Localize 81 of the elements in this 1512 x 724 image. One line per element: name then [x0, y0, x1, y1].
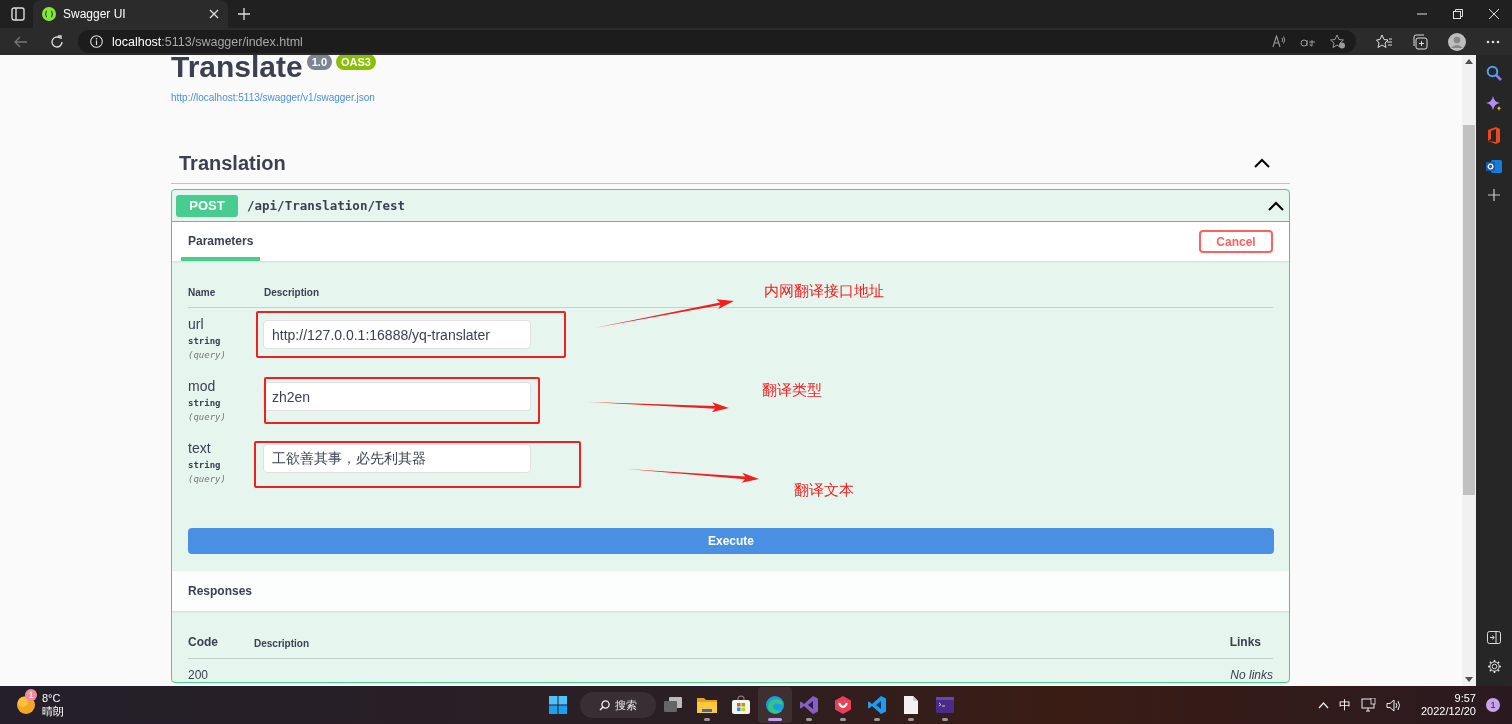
input-method-indicator[interactable]: 中: [1338, 696, 1351, 714]
address-bar[interactable]: localhost:5113/swagger/index.html: [78, 30, 1356, 53]
spec-badge: OAS3: [336, 55, 376, 70]
parameter-name: text: [188, 440, 211, 457]
favorites-list-icon[interactable]: [1376, 34, 1392, 49]
responses-title: Responses: [188, 584, 253, 598]
terminal-icon: [935, 696, 955, 714]
hexagon-icon: [833, 695, 853, 715]
method-badge: POST: [176, 194, 238, 217]
parameters-tab[interactable]: Parameters: [181, 222, 261, 261]
profile-avatar-icon[interactable]: [1448, 32, 1466, 51]
parameter-field[interactable]: zh2en: [263, 382, 531, 411]
sidebar-toggle-icon[interactable]: [1487, 631, 1501, 644]
column-header: Code: [188, 635, 218, 649]
parameter-location: (query): [188, 349, 226, 362]
angle-ribbon-icon: [867, 695, 887, 715]
new-tab-icon[interactable]: [238, 8, 250, 20]
column-header: Links: [1229, 635, 1261, 649]
column-header: Description: [254, 638, 309, 649]
parameter-name: mod: [188, 378, 216, 395]
info-icon[interactable]: [90, 35, 103, 48]
section-title[interactable]: Translation: [179, 151, 286, 175]
annotation-label: 翻译类型: [762, 381, 822, 399]
mail-icon[interactable]: [1486, 159, 1502, 174]
parameter-field[interactable]: http://127.0.0.1:16888/yq-translater: [263, 320, 531, 349]
close-icon[interactable]: [1489, 9, 1499, 19]
windows-logo-icon: [549, 696, 567, 714]
clock[interactable]: 9:57 2022/12/20: [1420, 692, 1476, 718]
read-aloud-icon[interactable]: [1272, 35, 1286, 48]
folder-icon: [696, 696, 718, 714]
parameter-type: string: [188, 459, 221, 472]
chevron-icon[interactable]: [1268, 200, 1284, 211]
tab-actions-icon[interactable]: [11, 7, 25, 21]
close-icon[interactable]: [209, 9, 219, 19]
back-icon[interactable]: [14, 35, 28, 48]
column-header: Name: [188, 287, 216, 298]
speaker-icon[interactable]: [1385, 698, 1401, 712]
monitor-icon[interactable]: [1360, 698, 1376, 712]
annotation-label: 内网翻译接口地址: [764, 282, 884, 300]
weather-badge: 1: [25, 689, 37, 701]
restore-icon[interactable]: [1453, 9, 1463, 19]
office-icon[interactable]: [1487, 127, 1501, 144]
parameter-type: string: [188, 335, 221, 348]
search-icon[interactable]: [1486, 65, 1502, 81]
favicon-icon: [42, 7, 56, 21]
parameter-type: string: [188, 397, 221, 410]
api-title: Translate: [171, 55, 303, 85]
endpoint-path[interactable]: /api/Translation/Test: [247, 198, 1268, 213]
scroll-up-icon[interactable]: [1465, 59, 1473, 64]
temperature: 8°C: [42, 692, 61, 705]
swirl-icon: [765, 695, 785, 715]
parameter-name: url: [188, 316, 204, 333]
stacked-windows-icon: [663, 696, 683, 714]
favorite-star-icon[interactable]: [1330, 34, 1346, 49]
response-code: 200: [188, 668, 209, 682]
chevron-icon[interactable]: [1254, 158, 1270, 168]
shopping-bag-icon: [731, 695, 751, 715]
version-badge: 1.0: [306, 55, 333, 70]
annotation-label: 翻译文本: [794, 481, 854, 499]
parameter-location: (query): [188, 411, 226, 424]
collections-icon[interactable]: [1412, 33, 1428, 50]
browser-tab[interactable]: Swagger UI: [33, 0, 228, 28]
parameter-location: (query): [188, 473, 226, 486]
settings-icon[interactable]: [1486, 659, 1502, 674]
taskbar-search[interactable]: 搜索: [580, 692, 656, 718]
links-cell: No links: [1230, 668, 1273, 682]
scroll-down-icon[interactable]: [1465, 677, 1473, 682]
weather-condition: 晴朗: [42, 705, 64, 718]
taskbar-app[interactable]: [758, 687, 792, 723]
search-icon: [599, 699, 610, 711]
notification-badge[interactable]: 1: [1486, 698, 1500, 712]
document-icon: [903, 695, 919, 715]
column-header: Description: [264, 287, 319, 298]
ribbon-icon: [799, 695, 819, 715]
add-icon[interactable]: [1488, 189, 1500, 201]
parameter-field[interactable]: 工欲善其事，必先利其器: [263, 444, 531, 473]
more-icon[interactable]: [1486, 39, 1500, 44]
reload-icon[interactable]: [50, 34, 64, 49]
chevron-up-icon[interactable]: [1317, 701, 1329, 709]
scrollbar-thumb[interactable]: [1463, 125, 1475, 495]
sparkle-icon[interactable]: [1486, 96, 1502, 112]
